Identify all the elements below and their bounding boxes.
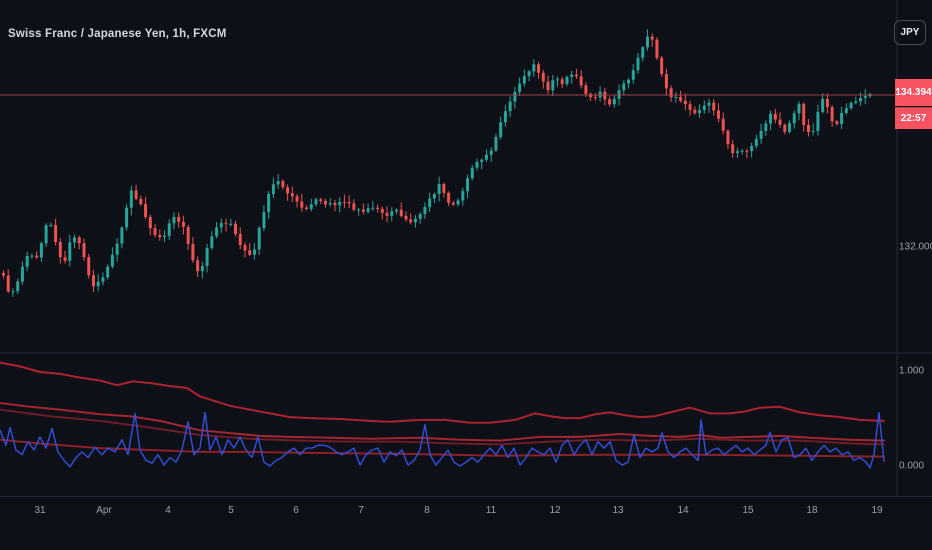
price-scale-label: 132.000 <box>899 241 932 253</box>
symbol-title: Swiss Franc / Japanese Yen, 1h, FXCM <box>8 28 227 40</box>
time-axis-label: 6 <box>293 505 299 516</box>
chart-canvas[interactable] <box>0 0 932 550</box>
time-axis-label: 5 <box>228 505 234 516</box>
last-price-badge[interactable]: 134.394 <box>895 79 932 106</box>
time-axis-label: 31 <box>34 505 46 516</box>
bar-countdown-badge: 22:57 <box>895 107 932 129</box>
currency-toggle-button[interactable]: JPY <box>894 20 926 45</box>
time-axis-label: 18 <box>806 505 818 516</box>
trading-chart-window: Swiss Franc / Japanese Yen, 1h, FXCM JPY… <box>0 0 932 550</box>
time-axis-label: 8 <box>424 505 430 516</box>
time-axis-label: 15 <box>742 505 754 516</box>
time-axis-label: 12 <box>549 505 561 516</box>
time-axis-label: 14 <box>677 505 689 516</box>
time-axis[interactable]: 31 Apr 4 5 6 7 8 11 12 13 14 15 18 19 <box>0 497 897 550</box>
time-axis-label: 7 <box>358 505 364 516</box>
price-scale-label: 1.000 <box>899 365 925 377</box>
price-scale-label: 0.000 <box>899 460 925 472</box>
time-axis-label: 13 <box>612 505 624 516</box>
time-axis-label: 19 <box>871 505 883 516</box>
price-scale-axis[interactable]: 132.000 1.000 0.000 <box>898 0 932 496</box>
time-axis-label: 11 <box>485 505 497 516</box>
time-axis-label: Apr <box>96 505 112 516</box>
time-axis-label: 4 <box>165 505 171 516</box>
